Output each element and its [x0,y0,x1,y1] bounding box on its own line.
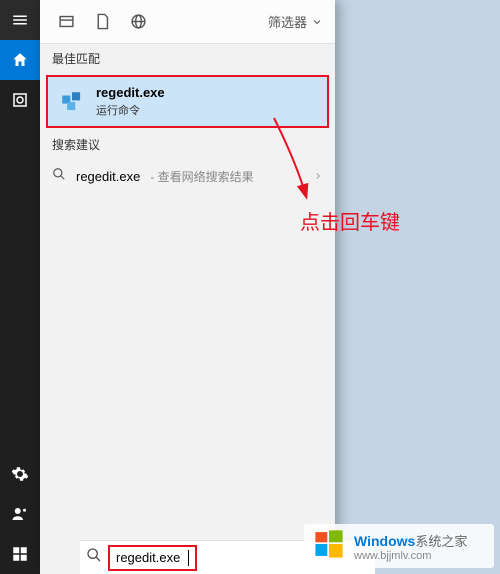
best-match-subtitle: 运行命令 [96,102,165,118]
best-match-label: 最佳匹配 [40,44,335,73]
start-icon[interactable] [0,534,40,574]
recent-icon[interactable] [0,80,40,120]
chevron-right-icon [313,168,323,186]
watermark-url: www.bjjmlv.com [354,550,467,562]
watermark-brand: Windows [354,533,415,549]
hamburger-icon[interactable] [0,0,40,40]
filter-dropdown[interactable]: 筛选器 [264,12,327,31]
user-icon[interactable] [0,494,40,534]
windows-logo-icon [312,527,346,566]
chevron-down-icon [311,16,323,28]
search-input-highlight [108,545,197,571]
text-caret [188,550,189,566]
documents-tab-icon[interactable] [84,4,120,40]
watermark-suffix: 系统之家 [415,534,467,549]
search-input[interactable] [116,550,188,565]
search-icon [52,167,66,186]
home-icon[interactable] [0,40,40,80]
regedit-icon [58,88,86,116]
suggestion-text: regedit.exe [76,169,140,184]
search-panel-header: 筛选器 [40,0,335,44]
search-results-panel: 筛选器 最佳匹配 regedit.exe 运行命令 搜索建议 regedit.e… [40,0,335,574]
watermark: Windows系统之家 www.bjjmlv.com [304,524,494,568]
best-match-result[interactable]: regedit.exe 运行命令 [46,75,329,128]
settings-icon[interactable] [0,454,40,494]
filter-label: 筛选器 [268,12,307,31]
web-suggestion-row[interactable]: regedit.exe - 查看网络搜索结果 [40,159,335,194]
apps-tab-icon[interactable] [48,4,84,40]
suggestion-subtext: - 查看网络搜索结果 [150,168,253,185]
best-match-title: regedit.exe [96,85,165,100]
web-tab-icon[interactable] [120,4,156,40]
search-icon[interactable] [86,547,102,568]
taskbar-vertical [0,0,40,574]
suggestions-label: 搜索建议 [40,130,335,159]
